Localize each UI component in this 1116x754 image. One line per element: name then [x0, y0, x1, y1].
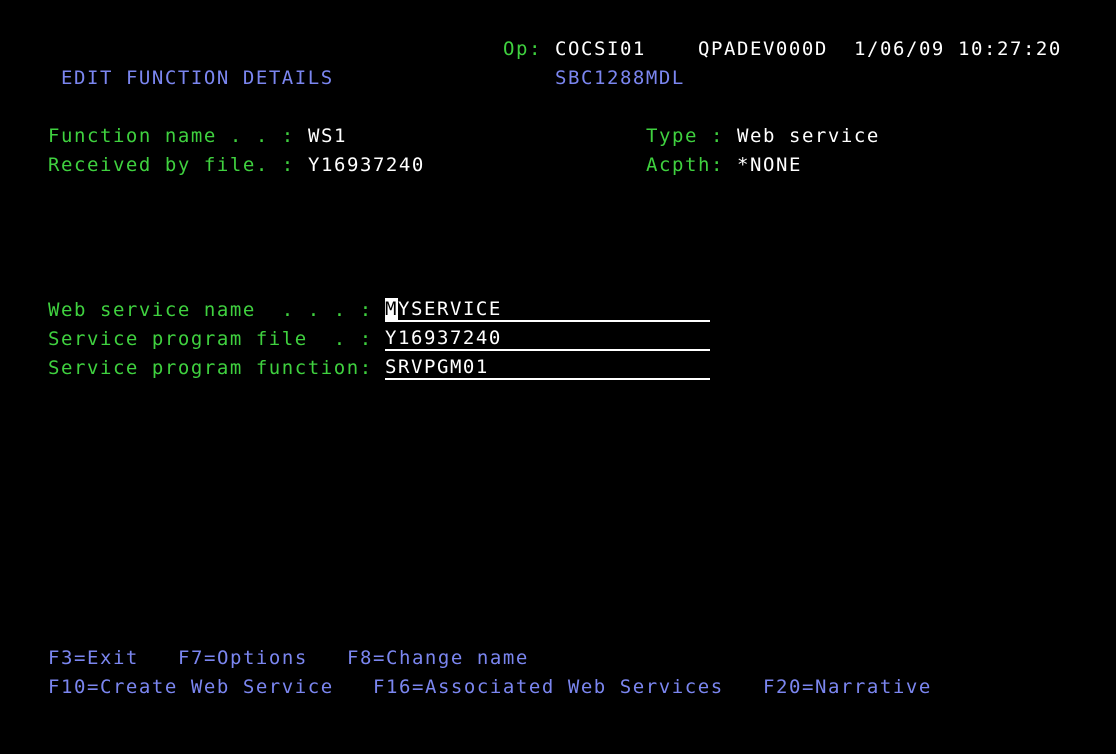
service-program-file-input[interactable]: Y16937240: [385, 329, 710, 351]
service-program-function-label: Service program function:: [48, 357, 373, 379]
f3-exit-key[interactable]: F3=Exit: [48, 649, 139, 668]
type-value: Web service: [737, 125, 880, 147]
web-service-name-value: YSERVICE: [398, 298, 502, 320]
web-service-name-label: Web service name . . . :: [48, 299, 373, 321]
f20-narrative-key[interactable]: F20=Narrative: [763, 678, 932, 697]
type-label: Type :: [646, 125, 724, 147]
system-time: 10:27:20: [958, 38, 1062, 60]
device-name: QPADEV000D: [698, 38, 828, 60]
acpth-label: Acpth:: [646, 154, 724, 176]
web-service-name-input[interactable]: MYSERVICE: [385, 298, 710, 322]
op-label: Op:: [503, 38, 542, 60]
model-name: SBC1288MDL: [555, 67, 685, 89]
screen-title: EDIT FUNCTION DETAILS: [61, 67, 334, 89]
function-name-value: WS1: [308, 125, 347, 147]
system-date: 1/06/09: [854, 38, 945, 60]
acpth-value: *NONE: [737, 154, 802, 176]
received-by-file-label: Received by file. :: [48, 154, 295, 176]
f10-create-web-service-key[interactable]: F10=Create Web Service: [48, 678, 334, 697]
text-cursor: M: [385, 298, 398, 320]
function-name-label: Function name . . :: [48, 125, 295, 147]
service-program-file-label: Service program file . :: [48, 328, 373, 350]
f7-options-key[interactable]: F7=Options: [178, 649, 308, 668]
f16-associated-web-services-key[interactable]: F16=Associated Web Services: [373, 678, 724, 697]
service-program-function-input[interactable]: SRVPGM01: [385, 358, 710, 380]
operator-id: COCSI01: [555, 38, 646, 60]
received-by-file-value: Y16937240: [308, 154, 425, 176]
f8-change-name-key[interactable]: F8=Change name: [347, 649, 529, 668]
